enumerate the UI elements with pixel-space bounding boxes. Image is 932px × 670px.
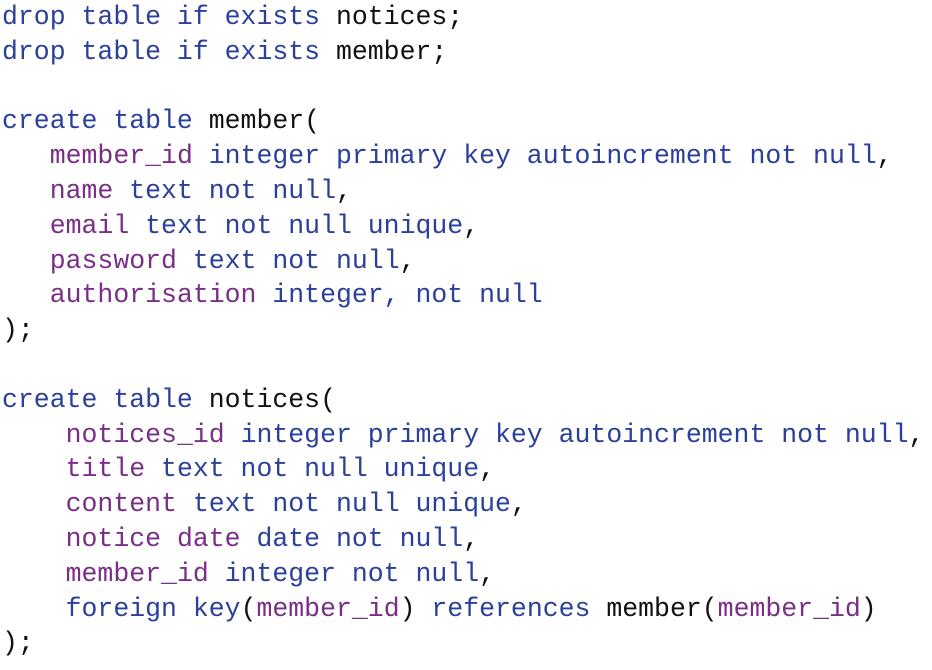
- code-line: );: [2, 626, 924, 661]
- sql-code-block: drop table if exists notices; drop table …: [2, 0, 924, 661]
- sql-keyword: foreign key: [65, 593, 241, 624]
- sql-keyword: create table: [2, 106, 193, 137]
- sql-keyword: integer primary key autoincrement not nu…: [240, 419, 909, 450]
- sql-text: ,: [479, 454, 496, 485]
- sql-identifier: member_id: [717, 593, 861, 624]
- sql-keyword: integer, not null: [272, 280, 543, 311]
- sql-keyword: integer primary key autoincrement not nu…: [208, 141, 877, 172]
- sql-text: ,: [908, 419, 925, 450]
- sql-text: ,: [510, 489, 527, 520]
- sql-text: ,: [399, 245, 416, 276]
- sql-text: member(: [192, 106, 321, 137]
- sql-text: );: [2, 315, 34, 346]
- sql-keyword: date not null: [256, 523, 464, 554]
- code-line: password text not null,: [2, 244, 924, 279]
- sql-identifier: password: [49, 245, 177, 276]
- sql-text: ,: [335, 175, 352, 206]
- code-line: drop table if exists member;: [2, 35, 924, 70]
- sql-identifier: notice date: [65, 523, 241, 554]
- code-line: create table member(: [2, 104, 924, 139]
- sql-identifier: member_id: [65, 558, 209, 589]
- sql-keyword: text not null unique: [192, 489, 511, 520]
- sql-text: ,: [479, 558, 496, 589]
- sql-identifier: authorisation: [49, 280, 257, 311]
- code-line: foreign key(member_id) references member…: [2, 592, 924, 627]
- code-line: create table notices(: [2, 383, 924, 418]
- sql-text: ): [399, 593, 432, 624]
- sql-identifier: name: [49, 175, 114, 206]
- sql-keyword: integer not null: [224, 558, 480, 589]
- code-line: member_id integer not null,: [2, 557, 924, 592]
- code-line: authorisation integer, not null: [2, 278, 924, 313]
- sql-identifier: email: [49, 210, 130, 241]
- sql-text: ): [860, 593, 877, 624]
- code-line: );: [2, 313, 924, 348]
- code-line: member_id integer primary key autoincrem…: [2, 139, 924, 174]
- sql-text: );: [2, 628, 34, 659]
- sql-text: member(: [590, 593, 718, 624]
- code-line: notices_id integer primary key autoincre…: [2, 418, 925, 453]
- sql-keyword: text not null unique: [161, 454, 480, 485]
- sql-text: ,: [463, 210, 480, 241]
- sql-keyword: text not null: [129, 175, 336, 206]
- code-line: email text not null unique,: [2, 209, 924, 244]
- sql-text: member;: [320, 36, 448, 67]
- code-line: drop table if exists notices;: [2, 0, 924, 35]
- code-line: name text not null,: [2, 174, 924, 209]
- sql-identifier: member_id: [49, 141, 193, 172]
- sql-identifier: content: [65, 489, 177, 520]
- sql-identifier: notices_id: [65, 419, 225, 450]
- sql-keyword: text not null unique: [145, 210, 464, 241]
- sql-identifier: member_id: [256, 593, 400, 624]
- code-line: title text not null unique,: [2, 452, 924, 487]
- code-line: notice date date not null,: [2, 522, 924, 557]
- sql-text: ,: [876, 141, 893, 172]
- code-line: content text not null unique,: [2, 487, 924, 522]
- sql-text: notices(: [192, 384, 336, 415]
- sql-text: notices;: [320, 2, 464, 32]
- sql-keyword: drop table if exists: [2, 2, 321, 32]
- sql-keyword: references: [431, 593, 591, 624]
- sql-identifier: title: [65, 454, 146, 485]
- sql-text: (: [240, 593, 257, 624]
- sql-keyword: text not null: [192, 245, 400, 276]
- sql-keyword: drop table if exists: [2, 36, 321, 67]
- sql-text: ,: [463, 523, 480, 554]
- sql-keyword: create table: [2, 384, 193, 415]
